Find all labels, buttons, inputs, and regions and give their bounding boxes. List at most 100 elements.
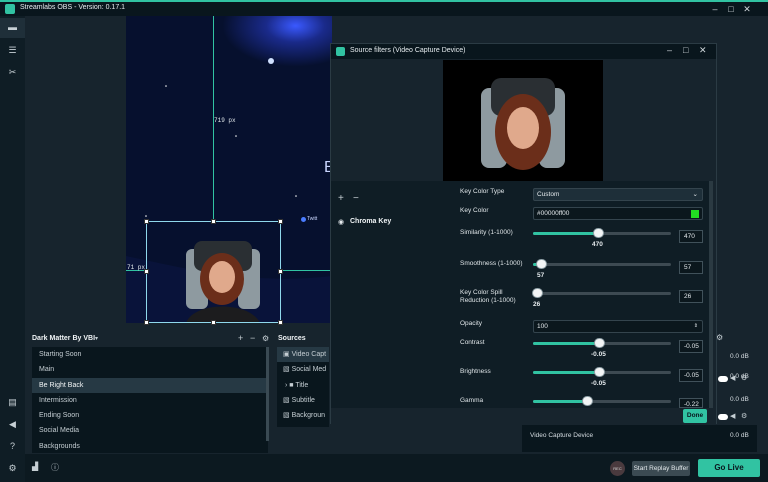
slider-knob[interactable] <box>592 228 604 238</box>
opacity-input[interactable]: 100 ⇕ <box>533 320 703 333</box>
brightness-input[interactable]: -0.05 <box>679 369 703 382</box>
scene-item[interactable]: Intermission <box>32 393 268 408</box>
source-filters-dialog: Source filters (Video Capture Device) – … <box>330 43 717 424</box>
volume-knob[interactable] <box>718 414 728 420</box>
dialog-title-bar: Source filters (Video Capture Device) – … <box>331 44 716 59</box>
spinner-icon[interactable]: ⇕ <box>694 321 698 332</box>
volume-knob[interactable] <box>718 376 728 382</box>
source-item-active[interactable]: ▣ Video Capt <box>277 347 329 363</box>
chevron-down-icon: ⌄ <box>692 191 698 198</box>
brightness-slider[interactable] <box>533 367 671 377</box>
record-button[interactable]: REC <box>610 461 625 476</box>
properties-scrollbar[interactable] <box>709 181 713 408</box>
resize-handle[interactable] <box>144 219 149 224</box>
info-icon[interactable]: ⓘ <box>51 462 59 473</box>
slider-knob[interactable] <box>531 288 543 298</box>
resize-handle[interactable] <box>278 219 283 224</box>
opacity-label: Opacity <box>460 320 483 327</box>
dialog-footer: Done <box>331 408 716 424</box>
add-scene-icon[interactable]: + <box>238 333 243 343</box>
slider-label: Smoothness (1-1000) <box>460 260 523 267</box>
similarity-slider[interactable] <box>533 228 671 238</box>
image-icon: ▧ <box>283 412 292 420</box>
slider-knob[interactable] <box>593 367 605 377</box>
similarity-input[interactable]: 470 <box>679 230 703 243</box>
filter-properties-panel: Key Color Type Custom ⌄ Key Color #00000f… <box>446 181 713 408</box>
scene-item[interactable]: Ending Soon <box>32 408 268 423</box>
slider-knob[interactable] <box>581 396 593 406</box>
gamma-input[interactable]: -0.22 <box>679 398 703 408</box>
resize-handle[interactable] <box>144 269 149 274</box>
close-button[interactable]: ✕ <box>740 3 754 15</box>
dialog-maximize-button[interactable]: □ <box>683 45 688 55</box>
source-folder[interactable]: › ■ Title <box>277 378 329 393</box>
source-label: Video Capt <box>291 351 327 358</box>
gamma-label: Gamma <box>460 397 484 404</box>
eye-icon[interactable]: ◉ <box>338 218 344 226</box>
minimize-button[interactable]: – <box>708 3 722 15</box>
key-color-field[interactable]: #00000ff00 <box>533 207 703 220</box>
stats-icon[interactable]: ▟ <box>32 462 38 471</box>
themes-icon[interactable]: ✂ <box>6 66 19 79</box>
editor-icon[interactable]: ☰ <box>6 44 19 57</box>
gear-icon[interactable]: ⚙ <box>741 374 747 382</box>
scene-item[interactable]: Starting Soon <box>32 347 268 362</box>
smoothness-input[interactable]: 57 <box>679 261 703 274</box>
remove-scene-icon[interactable]: − <box>250 333 255 343</box>
resize-handle[interactable] <box>211 219 216 224</box>
studio-icon[interactable]: ▬ <box>6 21 19 34</box>
contrast-slider[interactable] <box>533 338 671 348</box>
speaker-icon[interactable]: ◀ <box>6 418 19 431</box>
slider-knob[interactable] <box>535 259 547 269</box>
remove-filter-icon[interactable]: − <box>353 193 359 204</box>
source-item[interactable]: ▧ Social Med <box>277 362 329 377</box>
similarity-value: 470 <box>592 241 603 248</box>
done-button[interactable]: Done <box>683 409 707 423</box>
chevron-down-icon[interactable]: ▾ <box>95 335 98 342</box>
dialog-minimize-button[interactable]: – <box>667 45 672 55</box>
mixer-settings-icon[interactable]: ⚙ <box>716 333 723 342</box>
key-color-value: #00000ff00 <box>537 210 570 217</box>
source-label: Backgroun <box>291 412 326 420</box>
scene-item-active[interactable]: Be Right Back <box>32 377 268 393</box>
maximize-button[interactable]: □ <box>724 3 738 15</box>
title-bar: Streamlabs OBS - Version: 0.17.1 – □ ✕ <box>0 0 768 16</box>
streamlabs-logo-icon <box>336 47 345 56</box>
add-filter-icon[interactable]: + <box>338 193 344 204</box>
source-label: Title <box>295 381 309 389</box>
gamma-slider[interactable] <box>533 396 671 406</box>
resize-handle[interactable] <box>211 320 216 325</box>
gear-icon[interactable]: ⚙ <box>741 412 747 420</box>
scenes-scrollbar[interactable] <box>266 347 269 441</box>
slider-fill <box>533 232 598 235</box>
dialog-close-button[interactable]: ✕ <box>699 45 707 56</box>
resize-handle[interactable] <box>278 269 283 274</box>
webcam-selection-box[interactable] <box>146 221 281 323</box>
dialog-title: Source filters (Video Capture Device) <box>350 47 466 54</box>
source-item[interactable]: ▧ Backgroun <box>277 408 329 423</box>
key-color-type-label: Key Color Type <box>460 188 505 195</box>
spill-reduction-input[interactable]: 26 <box>679 290 703 303</box>
scene-item[interactable]: Social Media <box>32 423 268 438</box>
slider-knob[interactable] <box>593 338 605 348</box>
scenes-list: Starting Soon Main Be Right Back Intermi… <box>32 347 268 453</box>
speaker-icon[interactable]: ◀ <box>730 374 735 382</box>
scene-item[interactable]: Main <box>32 362 268 377</box>
resize-handle[interactable] <box>278 320 283 325</box>
dashboard-icon[interactable]: ▤ <box>6 396 19 409</box>
scene-item[interactable]: Backgrounds <box>32 439 268 454</box>
start-replay-buffer-button[interactable]: Start Replay Buffer <box>632 461 690 476</box>
source-item[interactable]: ▧ Subtitle <box>277 393 329 408</box>
contrast-input[interactable]: -0.05 <box>679 340 703 353</box>
smoothness-slider[interactable] <box>533 259 671 269</box>
speaker-icon[interactable]: ◀ <box>730 412 735 420</box>
filter-item-chroma-key[interactable]: Chroma Key <box>350 218 391 225</box>
settings-icon[interactable]: ⚙ <box>6 462 19 475</box>
help-icon[interactable]: ? <box>6 440 19 453</box>
scene-settings-icon[interactable]: ⚙ <box>262 334 269 343</box>
key-color-type-select[interactable]: Custom ⌄ <box>533 188 703 201</box>
go-live-button[interactable]: Go Live <box>698 459 760 477</box>
resize-handle[interactable] <box>144 320 149 325</box>
color-swatch[interactable] <box>691 210 699 218</box>
spill-reduction-slider[interactable] <box>531 288 671 298</box>
